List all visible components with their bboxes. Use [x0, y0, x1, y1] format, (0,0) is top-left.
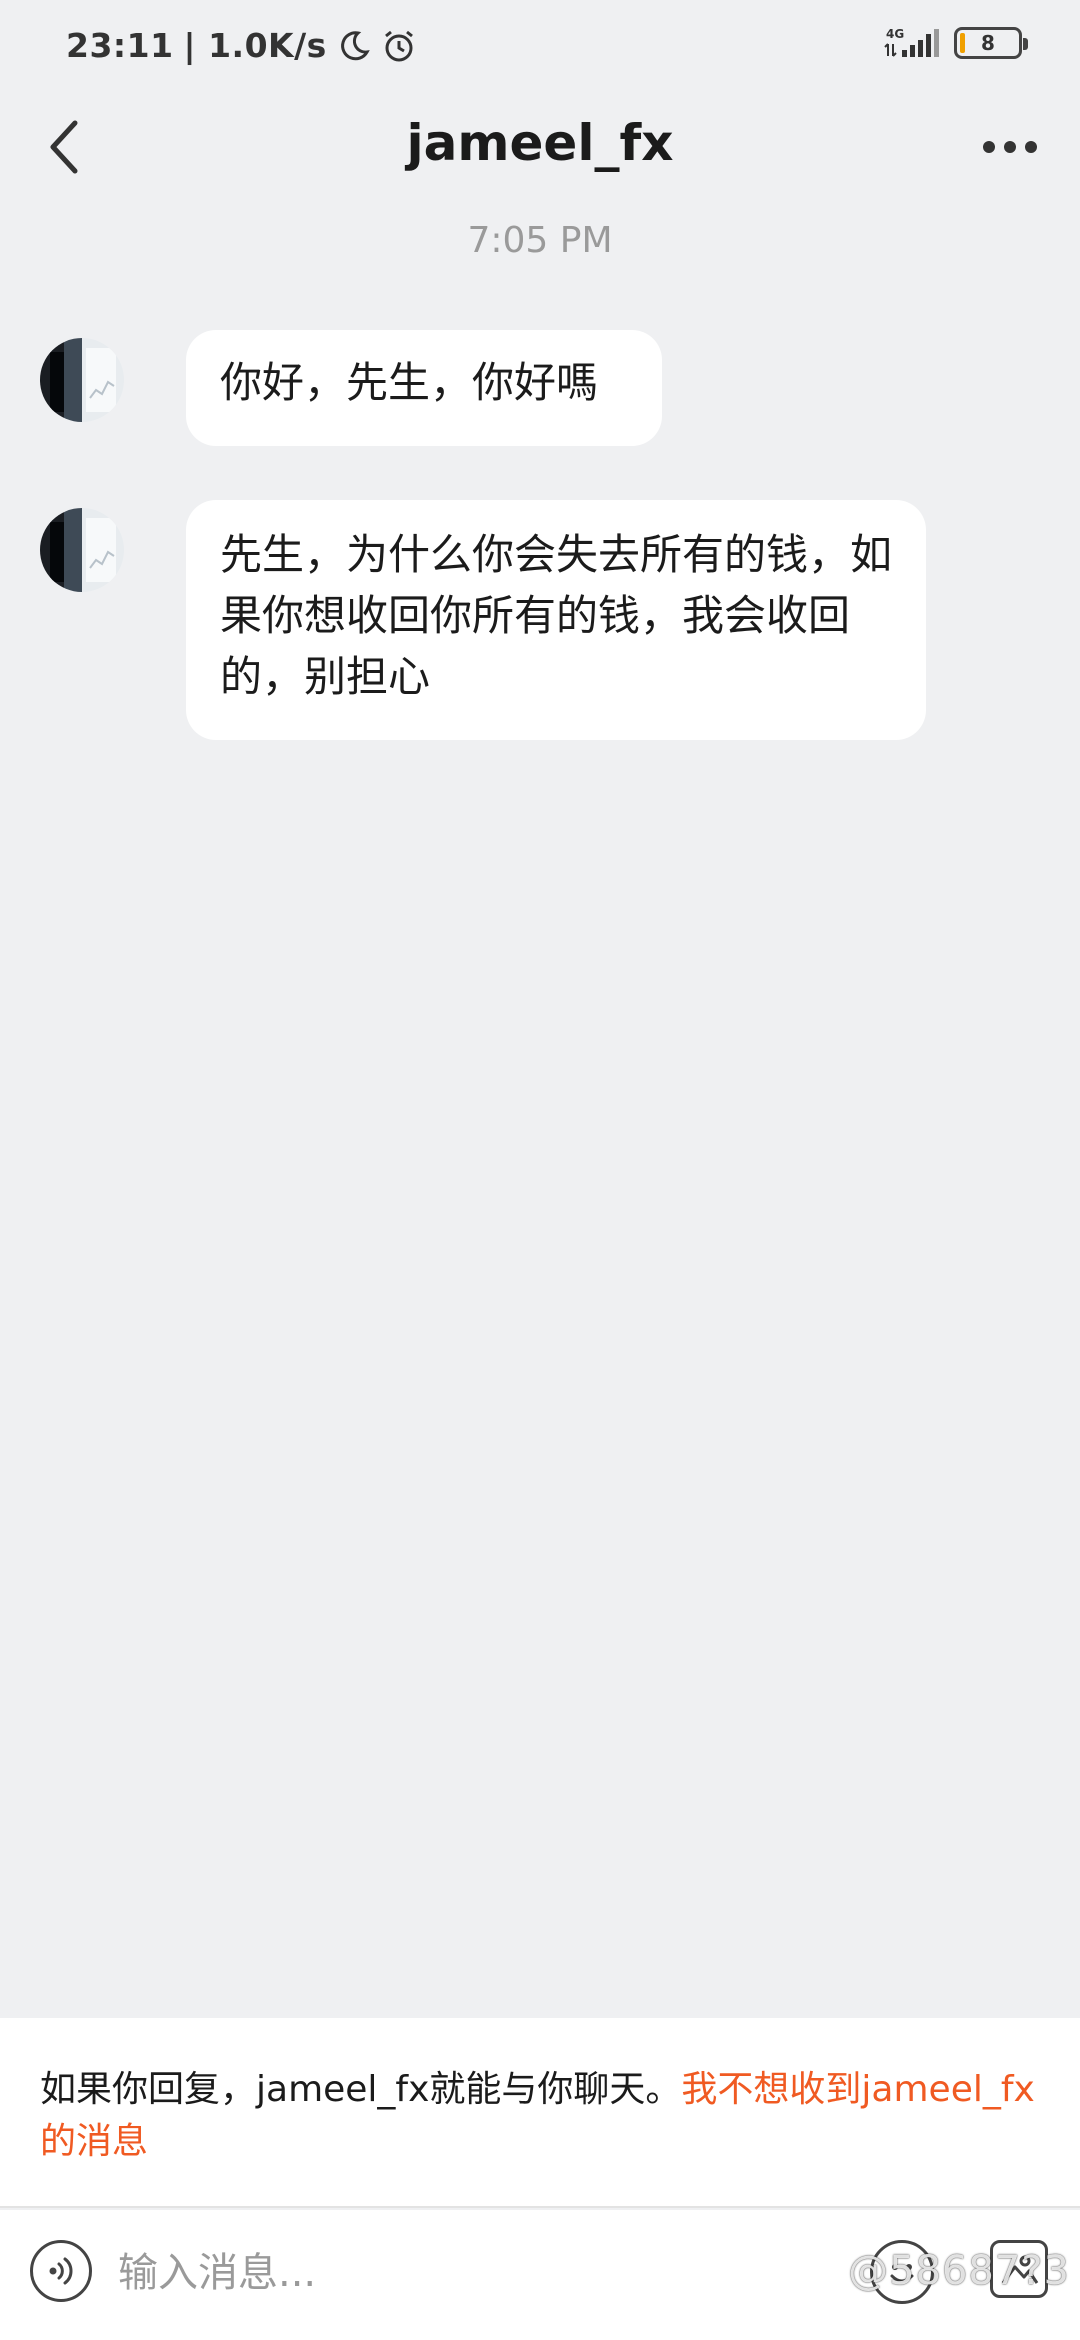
- message-text: 先生，为什么你会失去所有的钱，如果你想收回你所有的钱，我会收回的，别担心: [220, 530, 893, 701]
- page-title: jameel_fx: [406, 114, 674, 172]
- message-bubble: 先生，为什么你会失去所有的钱，如果你想收回你所有的钱，我会收回的，别担心: [186, 500, 926, 740]
- network-type: 4G: [886, 27, 904, 41]
- back-button[interactable]: [30, 112, 100, 182]
- more-dot: [1025, 141, 1037, 153]
- more-options-button[interactable]: [970, 112, 1050, 182]
- message-row: 你好，先生，你好嗎: [40, 330, 662, 446]
- moon-icon: [337, 29, 371, 63]
- battery-icon: 8: [954, 27, 1028, 59]
- more-dot: [1004, 141, 1016, 153]
- message-row: 先生，为什么你会失去所有的钱，如果你想收回你所有的钱，我会收回的，别担心: [40, 500, 926, 740]
- avatar[interactable]: [40, 508, 124, 592]
- chat-timestamp: 7:05 PM: [467, 220, 613, 261]
- chat-header: jameel_fx: [0, 100, 1080, 195]
- signal-icon: 4G: [884, 26, 940, 60]
- watermark: @58687?3: [848, 2248, 1070, 2294]
- more-dots-icon: [983, 141, 995, 153]
- status-bar: 23:11 | 1.0K/s 4G 8: [0, 0, 1080, 100]
- status-time: 23:11: [66, 26, 174, 65]
- chat-screen: 23:11 | 1.0K/s 4G 8 jameel_fx 7:05 PM 你好…: [0, 0, 1080, 2340]
- chevron-left-icon: [50, 120, 78, 174]
- message-input[interactable]: [118, 2238, 818, 2308]
- reply-notice: 如果你回复，jameel_fx就能与你聊天。我不想收到jameel_fx的消息: [0, 2018, 1080, 2208]
- voice-button[interactable]: [30, 2240, 92, 2302]
- notice-text: 如果你回复，jameel_fx就能与你聊天。: [40, 2069, 682, 2110]
- battery-level: 8: [981, 31, 995, 55]
- voice-icon: [49, 2257, 73, 2285]
- network-speed: | 1.0K/s: [183, 26, 327, 65]
- message-bubble: 你好，先生，你好嗎: [186, 330, 662, 446]
- alarm-icon: [381, 28, 417, 64]
- avatar[interactable]: [40, 338, 124, 422]
- message-text: 你好，先生，你好嗎: [220, 358, 599, 407]
